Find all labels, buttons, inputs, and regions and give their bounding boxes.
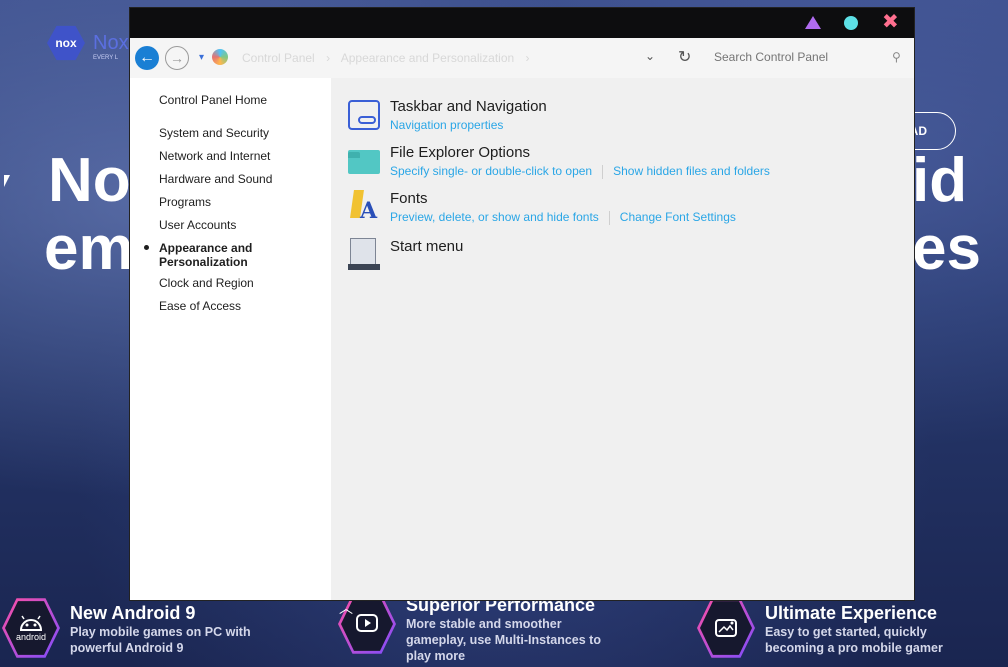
link-separator	[602, 164, 604, 179]
sidebar-item-system-security[interactable]: System and Security	[159, 126, 319, 149]
chevron-down-icon[interactable]: ⌄	[645, 49, 655, 63]
sidebar-item-user-accounts[interactable]: User Accounts	[159, 218, 319, 241]
nox-logo-tagline: EVERY L	[93, 55, 119, 61]
feature-desc: Play mobile games on PC with powerful An…	[70, 625, 251, 655]
breadcrumb-item-control-panel[interactable]: Control Panel	[242, 51, 315, 65]
fonts-icon[interactable]	[348, 190, 380, 224]
sidebar-item-home[interactable]: Control Panel Home	[159, 93, 267, 107]
sidebar-item-clock-region[interactable]: Clock and Region	[159, 276, 319, 299]
feature-desc: More stable and smoother gameplay, use M…	[406, 617, 601, 663]
feature-title: New Android 9	[70, 603, 196, 623]
category-title[interactable]: Start menu	[390, 238, 463, 256]
mouse-cursor-icon	[4, 175, 10, 187]
nox-logo-icon: nox	[47, 25, 85, 61]
link-preview-fonts[interactable]: Preview, delete, or show and hide fonts	[390, 210, 599, 224]
forward-arrow-icon[interactable]: →	[165, 46, 189, 70]
category-taskbar: Taskbar and Navigation Navigation proper…	[348, 98, 547, 132]
link-single-double-click[interactable]: Specify single- or double-click to open	[390, 164, 592, 178]
search-icon[interactable]: ⚲	[892, 50, 901, 64]
feature-desc: Easy to get started, quickly becoming a …	[765, 625, 943, 655]
category-fonts: Fonts Preview, delete, or show and hide …	[348, 190, 736, 225]
triangle-icon[interactable]	[805, 16, 821, 29]
feature-performance: Superior Performance More stable and smo…	[338, 593, 616, 664]
recent-locations-dropdown[interactable]: ▾	[199, 52, 204, 63]
sidebar-item-ease-of-access[interactable]: Ease of Access	[159, 299, 319, 322]
headline-left-line1: No	[48, 146, 131, 215]
android-icon-label: android	[15, 632, 47, 642]
start-menu-icon[interactable]	[348, 238, 380, 270]
refresh-icon[interactable]: ↻	[678, 47, 691, 67]
link-navigation-properties[interactable]: Navigation properties	[390, 118, 503, 132]
sidebar: Control Panel Home System and Security N…	[130, 78, 331, 600]
sidebar-item-appearance[interactable]: Appearance and Personalization	[144, 241, 319, 276]
photo-sparkle-icon	[697, 598, 755, 658]
close-icon[interactable]: ✖	[882, 12, 899, 32]
category-title[interactable]: File Explorer Options	[390, 144, 770, 162]
feature-experience: Ultimate Experience Easy to get started,…	[697, 597, 975, 659]
headline-left-line2: em	[44, 214, 134, 283]
control-panel-icon	[212, 49, 228, 65]
android-icon: android	[2, 598, 60, 658]
breadcrumb-separator: ›	[525, 51, 530, 65]
category-title[interactable]: Taskbar and Navigation	[390, 98, 547, 116]
link-show-hidden-files[interactable]: Show hidden files and folders	[613, 164, 770, 178]
category-file-explorer: File Explorer Options Specify single- or…	[348, 144, 770, 179]
sidebar-list: System and Security Network and Internet…	[144, 126, 319, 322]
breadcrumb-separator: ›	[326, 51, 331, 65]
link-change-font-settings[interactable]: Change Font Settings	[620, 210, 736, 224]
sidebar-item-network-internet[interactable]: Network and Internet	[159, 149, 319, 172]
folder-icon[interactable]	[348, 150, 380, 174]
search-input[interactable]	[704, 44, 912, 70]
feature-android: android New Android 9 Play mobile games …	[2, 597, 280, 659]
category-start-menu: Start menu	[348, 238, 463, 270]
feature-strip: android New Android 9 Play mobile games …	[0, 594, 1008, 667]
address-bar: ← → ▾ Control Panel › Appearance and Per…	[130, 38, 914, 79]
circle-icon[interactable]	[844, 16, 858, 30]
back-arrow-icon[interactable]: ←	[135, 46, 159, 70]
sidebar-item-programs[interactable]: Programs	[159, 195, 319, 218]
control-panel-window: ✖ ← → ▾ Control Panel › Appearance and P…	[130, 8, 914, 600]
link-separator	[608, 210, 610, 225]
category-title[interactable]: Fonts	[390, 190, 736, 208]
breadcrumb-item-appearance[interactable]: Appearance and Personalization	[341, 51, 514, 65]
nox-logo-text: Nox	[93, 32, 129, 54]
taskbar-icon[interactable]	[348, 100, 380, 130]
chevron-up-icon[interactable]: ︿	[339, 598, 353, 618]
headline-right-line1: id	[912, 146, 968, 215]
nox-logo[interactable]: nox Nox EVERY L	[47, 24, 129, 62]
breadcrumb: Control Panel › Appearance and Personali…	[242, 51, 538, 65]
headline-right-line2: es	[912, 214, 981, 283]
sidebar-item-hardware-sound[interactable]: Hardware and Sound	[159, 172, 319, 195]
feature-title: Ultimate Experience	[765, 603, 938, 623]
window-titlebar[interactable]: ✖	[130, 8, 914, 38]
main-content: Taskbar and Navigation Navigation proper…	[331, 78, 914, 600]
